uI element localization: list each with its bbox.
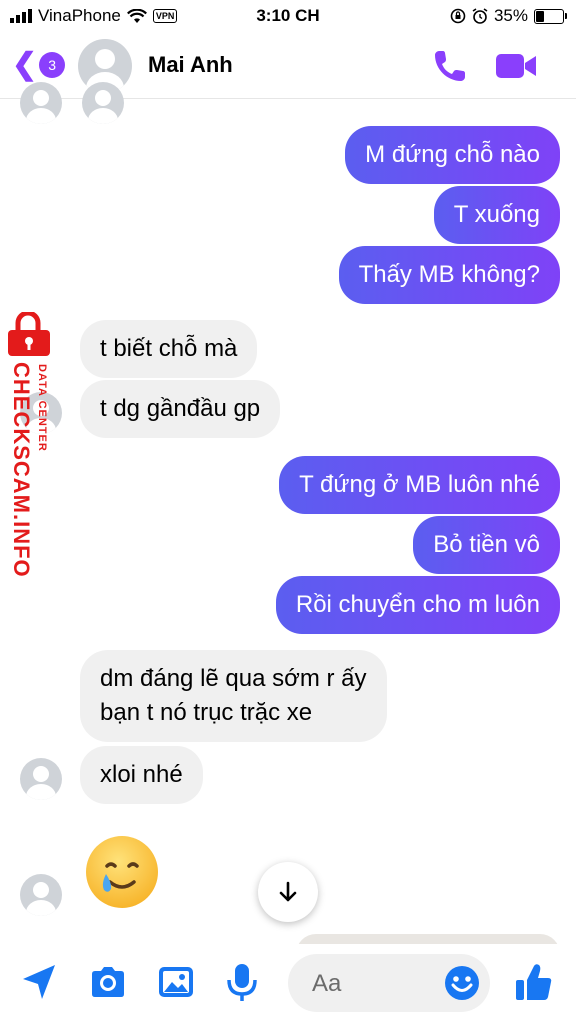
message-input-placeholder: Aa bbox=[312, 970, 342, 997]
send-location-icon bbox=[23, 965, 55, 999]
message-incoming[interactable]: dm đáng lẽ qua sớm r ấy bạn t nó trục tr… bbox=[80, 650, 387, 742]
call-button[interactable] bbox=[430, 46, 470, 86]
photo-button[interactable] bbox=[156, 962, 196, 1007]
contact-avatar-small bbox=[20, 874, 62, 916]
alarm-icon bbox=[472, 8, 488, 24]
message-outgoing[interactable]: T xuống bbox=[433, 186, 560, 244]
message-outgoing[interactable]: Bỏ tiền vô bbox=[413, 516, 560, 574]
status-right: 35% bbox=[450, 6, 567, 26]
video-call-button[interactable] bbox=[494, 46, 538, 86]
battery-icon bbox=[534, 8, 567, 24]
emoji-message[interactable] bbox=[82, 832, 162, 912]
message-outgoing[interactable]: Thấy MB không? bbox=[338, 246, 560, 304]
microphone-icon bbox=[227, 964, 257, 1001]
message-incoming[interactable]: xloi nhé bbox=[80, 746, 203, 804]
camera-icon bbox=[92, 967, 124, 997]
arrow-down-icon bbox=[279, 881, 297, 902]
thumbs-up-button[interactable] bbox=[514, 962, 554, 1009]
watermark-subtext: DATA CENTER bbox=[36, 364, 48, 452]
message-incoming[interactable]: t biết chỗ mà bbox=[80, 320, 258, 378]
contact-avatar-small bbox=[20, 758, 62, 800]
back-button[interactable]: ❮ 3 bbox=[12, 48, 66, 81]
unread-count-badge: 3 bbox=[39, 52, 66, 78]
message-incoming[interactable]: t dg gầnđầu gp bbox=[80, 380, 281, 438]
contact-name[interactable]: Mai Anh bbox=[148, 52, 233, 78]
emoji-icon[interactable] bbox=[444, 965, 480, 1001]
message-outgoing[interactable]: Rồi chuyển cho m luôn bbox=[275, 576, 560, 634]
battery-level bbox=[536, 10, 544, 22]
message-line: dm đáng lẽ qua sớm r ấy bbox=[100, 665, 367, 692]
status-bar: VinaPhone VPN 3:10 CH 35% bbox=[0, 0, 576, 34]
message-line: bạn t nó trục trặc xe bbox=[100, 699, 313, 726]
smiling-face-with-tear-icon bbox=[86, 836, 158, 908]
photo-icon bbox=[159, 967, 193, 997]
send-location-button[interactable] bbox=[20, 962, 58, 1007]
phone-icon bbox=[435, 51, 465, 81]
message-input[interactable]: Aa bbox=[288, 954, 490, 1012]
microphone-button[interactable] bbox=[224, 962, 260, 1007]
watermark: CHECKSCAM.INFO DATA CENTER bbox=[4, 312, 60, 602]
camera-button[interactable] bbox=[88, 962, 128, 1007]
avatar bbox=[20, 82, 62, 124]
battery-percent: 35% bbox=[493, 6, 528, 25]
thumbs-up-icon bbox=[516, 964, 552, 1000]
message-outgoing[interactable]: M đứng chỗ nào bbox=[345, 126, 560, 184]
avatar bbox=[82, 82, 124, 124]
padlock-icon bbox=[8, 312, 50, 356]
chevron-left-icon: ❮ bbox=[12, 48, 38, 81]
watermark-text: CHECKSCAM.INFO bbox=[9, 362, 34, 578]
video-camera-icon bbox=[496, 54, 536, 78]
message-outgoing[interactable]: T đứng ở MB luôn nhé bbox=[279, 456, 560, 514]
scroll-down-button[interactable] bbox=[258, 862, 318, 922]
rotation-lock-icon bbox=[450, 8, 466, 24]
